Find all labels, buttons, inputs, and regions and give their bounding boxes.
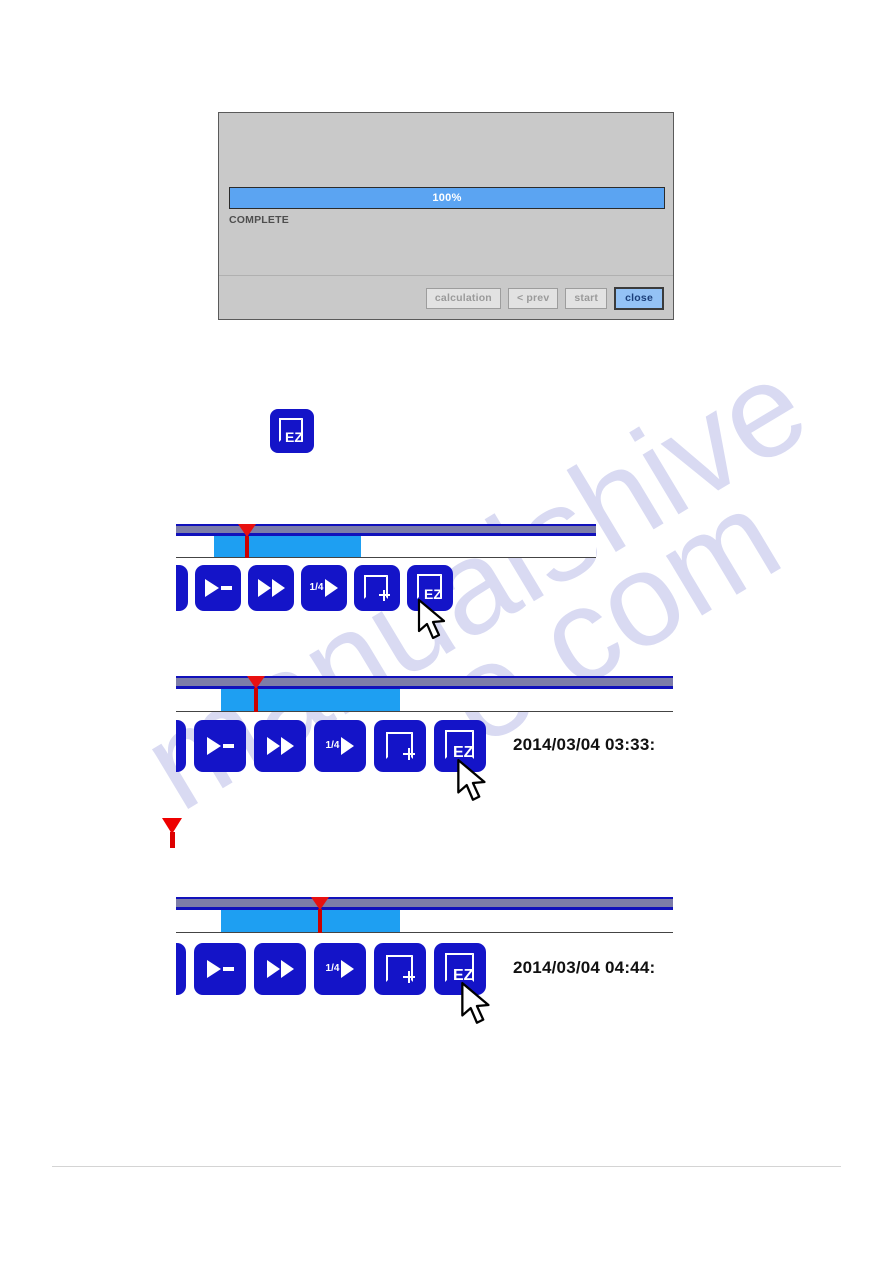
quarter-triangle [341, 737, 355, 755]
play-triangle [206, 960, 221, 978]
plus-vertical [408, 971, 410, 983]
ez-button[interactable]: EZ [434, 720, 486, 772]
playhead-stem [318, 909, 323, 933]
toolbar-1: 1/4 EZ [176, 565, 453, 611]
timeline-row-3 [176, 897, 673, 933]
fast-forward-icon [266, 960, 294, 978]
ez-icon-standalone: EZ [270, 409, 314, 458]
playhead-stem [253, 688, 258, 712]
timeline-lane[interactable] [176, 910, 673, 933]
timeline-row-2 [176, 676, 673, 712]
quarter-label: 1/4 [309, 582, 324, 593]
play-step-button[interactable] [195, 565, 241, 611]
clipped-button[interactable] [176, 565, 188, 611]
start-button[interactable]: start [565, 287, 608, 309]
quarter-speed-button[interactable]: 1/4 [314, 943, 366, 995]
toolbar-2: 1/4 EZ [176, 720, 486, 772]
dialog-body: 100% COMPLETE [219, 113, 673, 276]
quarter-triangle [341, 960, 355, 978]
plus-vertical [408, 748, 410, 760]
play-step-button[interactable] [194, 720, 246, 772]
quarter-play-icon: 1/4 [310, 579, 339, 597]
status-text: COMPLETE [229, 214, 289, 226]
quarter-label: 1/4 [325, 740, 340, 751]
prev-button[interactable]: < prev [507, 287, 559, 309]
clipped-button[interactable] [176, 720, 186, 772]
timestamp-2: 2014/03/04 03:33: [513, 735, 656, 754]
fast-forward-button[interactable] [254, 943, 306, 995]
frame-add-button[interactable] [354, 565, 400, 611]
playhead-stem [245, 536, 250, 558]
play-dash-icon [206, 960, 234, 978]
play-triangle [206, 737, 221, 755]
plus-vertical [383, 590, 385, 601]
fast-forward-button[interactable] [248, 565, 294, 611]
playhead-marker[interactable] [311, 897, 330, 933]
quarter-label: 1/4 [325, 963, 340, 974]
ff-triangle-2 [271, 579, 285, 597]
progress-dialog: 100% COMPLETE calculation < prev start c… [218, 112, 674, 320]
ez-label: EZ [453, 967, 474, 984]
timeline-1[interactable] [176, 524, 596, 558]
ff-triangle-1 [266, 737, 280, 755]
step-dash [222, 744, 234, 748]
fast-forward-button[interactable] [254, 720, 306, 772]
clipped-button[interactable] [176, 943, 186, 995]
timeline-row-1 [176, 524, 596, 558]
progress-percent-label: 100% [432, 192, 462, 204]
ff-triangle-1 [257, 579, 271, 597]
timestamp-3: 2014/03/04 04:44: [513, 958, 656, 977]
timeline-2[interactable] [176, 676, 673, 712]
timeline-scale-band [176, 899, 673, 907]
ez-button[interactable]: EZ [434, 943, 486, 995]
frame-add-button[interactable] [374, 720, 426, 772]
toolbar-3: 1/4 EZ [176, 943, 486, 995]
ez-label: EZ [285, 429, 303, 445]
footer-divider [52, 1166, 841, 1167]
ff-triangle-2 [280, 960, 294, 978]
ff-triangle-1 [266, 960, 280, 978]
dialog-footer: calculation < prev start close [219, 276, 673, 320]
quarter-triangle [325, 579, 339, 597]
step-dash [220, 586, 232, 590]
play-dash-icon [206, 737, 234, 755]
timeline-3[interactable] [176, 897, 673, 933]
ez-label: EZ [453, 744, 474, 761]
progress-bar-fill: 100% [230, 188, 664, 208]
play-dash-icon [204, 579, 232, 597]
playhead-stem [169, 832, 175, 848]
ff-triangle-2 [280, 737, 294, 755]
quarter-play-icon: 1/4 [326, 960, 355, 978]
recorded-segment[interactable] [213, 536, 361, 557]
quarter-play-icon: 1/4 [326, 737, 355, 755]
step-dash [222, 967, 234, 971]
play-triangle [204, 579, 219, 597]
ez-button[interactable]: EZ [407, 565, 453, 611]
fast-forward-icon [266, 737, 294, 755]
standalone-playhead-marker [162, 818, 182, 848]
ez-label: EZ [424, 586, 442, 602]
close-button[interactable]: close [614, 286, 664, 310]
playhead-marker[interactable] [238, 524, 257, 558]
play-step-button[interactable] [194, 943, 246, 995]
calculation-button[interactable]: calculation [425, 287, 501, 309]
quarter-speed-button[interactable]: 1/4 [314, 720, 366, 772]
frame-add-button[interactable] [374, 943, 426, 995]
quarter-speed-button[interactable]: 1/4 [301, 565, 347, 611]
progress-bar-track: 100% [229, 187, 665, 209]
fast-forward-icon [257, 579, 285, 597]
playhead-marker[interactable] [246, 676, 265, 712]
ez-icon: EZ [270, 409, 314, 453]
